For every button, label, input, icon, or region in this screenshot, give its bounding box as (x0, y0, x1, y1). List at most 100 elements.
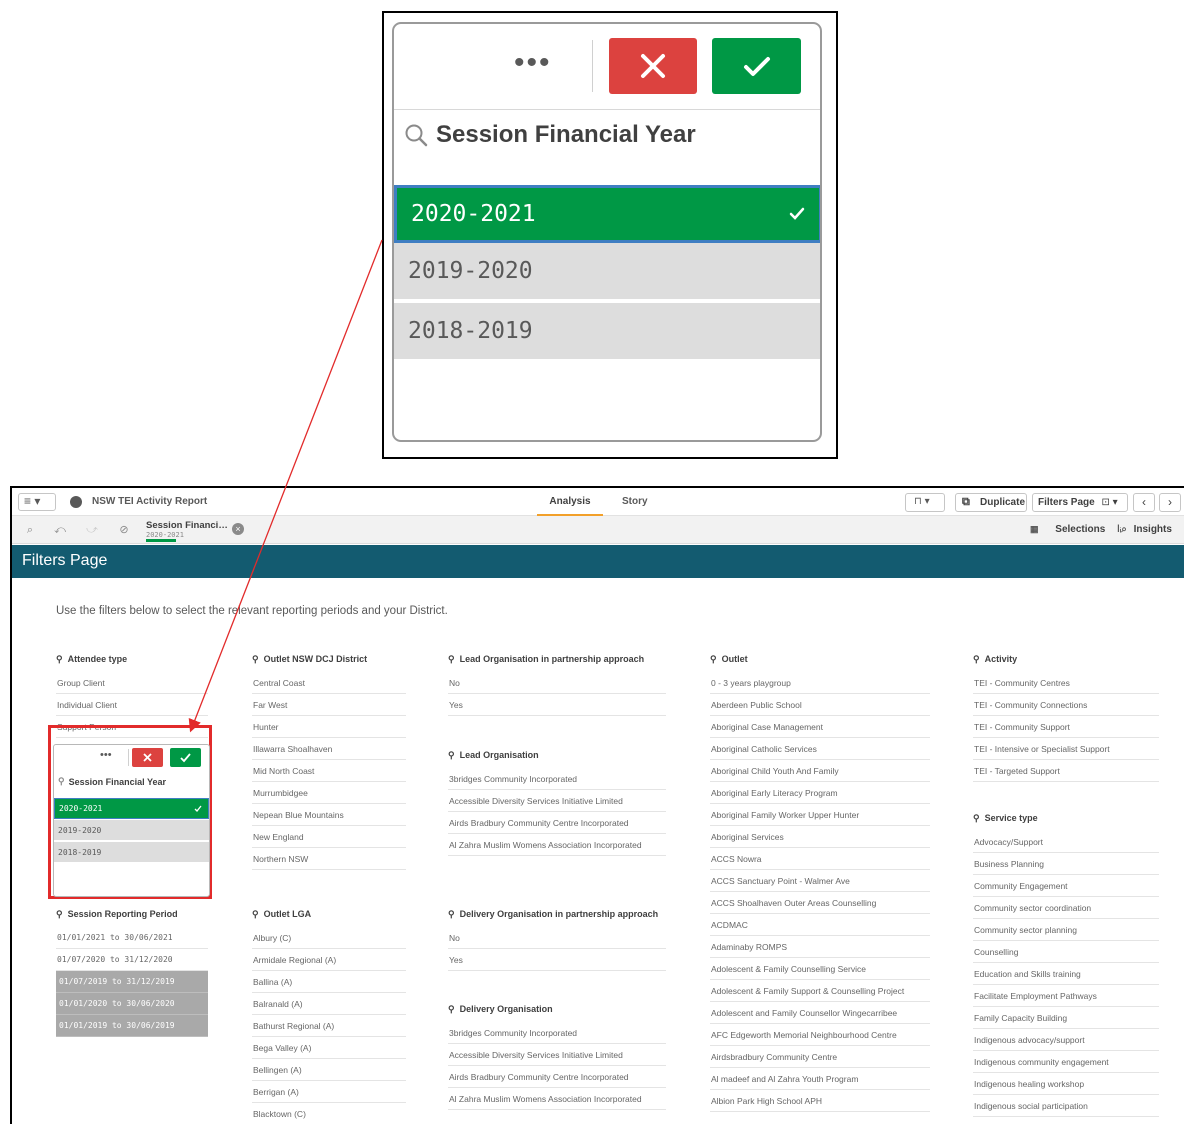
tab-story[interactable]: Story (622, 496, 648, 507)
cancel-selection-button[interactable] (132, 748, 163, 767)
previous-sheet-button[interactable]: ‹ (1133, 493, 1155, 512)
search-icon[interactable]: ⚲ (56, 909, 63, 920)
list-item[interactable]: Community sector coordination (973, 897, 1159, 919)
list-item-selected[interactable]: 2020-2021 (394, 185, 820, 243)
insights-button[interactable]: ǀᵢ⌕ Insights (1117, 524, 1172, 535)
selection-chip[interactable]: Session Financi… 2020-2021 × (142, 518, 246, 542)
tab-analysis[interactable]: Analysis (537, 488, 603, 516)
list-item[interactable]: 01/07/2020 to 31/12/2020 (56, 949, 208, 971)
list-item[interactable]: Armidale Regional (A) (252, 949, 406, 971)
sheet-selector-button[interactable]: Filters Page ⊡ ▾ (1032, 493, 1128, 512)
list-item-alternative[interactable]: 2019-2020 (54, 820, 209, 841)
list-item[interactable]: Bellingen (A) (252, 1059, 406, 1081)
list-item[interactable]: Adolescent and Family Counsellor Wingeca… (710, 1002, 930, 1024)
list-item[interactable]: New England (252, 826, 406, 848)
list-item[interactable]: TEI - Community Centres (973, 672, 1159, 694)
list-item[interactable]: Albion Park High School APH (710, 1090, 930, 1112)
search-icon[interactable]: ⚲ (448, 1004, 455, 1015)
list-item[interactable]: Hunter (252, 716, 406, 738)
list-item[interactable]: Aboriginal Services (710, 826, 930, 848)
list-item[interactable]: Adaminaby ROMPS (710, 936, 930, 958)
list-item[interactable]: Airdsbradbury Community Centre (710, 1046, 930, 1068)
list-item[interactable]: Education and Skills training (973, 963, 1159, 985)
cancel-selection-button[interactable] (609, 38, 697, 94)
list-item[interactable]: Community sector planning (973, 919, 1159, 941)
duplicate-button[interactable]: ⧉ Duplicate (955, 493, 1027, 512)
smart-search-icon[interactable]: ⌕ (22, 522, 38, 538)
step-forward-icon[interactable]: ⤻ (84, 522, 100, 538)
list-item[interactable]: 3bridges Community Incorporated (448, 768, 666, 790)
list-item[interactable]: Aboriginal Family Worker Upper Hunter (710, 804, 930, 826)
next-sheet-button[interactable]: › (1159, 493, 1181, 512)
list-item[interactable]: Advocacy/Support (973, 831, 1159, 853)
list-item[interactable]: No (448, 927, 666, 949)
list-item[interactable]: Community Engagement (973, 875, 1159, 897)
list-item[interactable]: Balranald (A) (252, 993, 406, 1015)
search-icon[interactable]: ⚲ (56, 654, 63, 665)
list-item[interactable]: Adolescent & Family Counselling Service (710, 958, 930, 980)
list-item[interactable]: ACCS Nowra (710, 848, 930, 870)
list-item[interactable]: Family Capacity Building (973, 1007, 1159, 1029)
search-icon[interactable]: ⚲ (58, 776, 65, 787)
search-icon[interactable]: ⚲ (448, 750, 455, 761)
list-item[interactable]: Indigenous social participation (973, 1095, 1159, 1117)
list-item[interactable]: 01/01/2021 to 30/06/2021 (56, 927, 208, 949)
list-item[interactable]: TEI - Community Connections (973, 694, 1159, 716)
list-item[interactable]: 0 - 3 years playgroup (710, 672, 930, 694)
list-item[interactable]: Accessible Diversity Services Initiative… (448, 1044, 666, 1066)
list-item[interactable]: Yes (448, 949, 666, 971)
confirm-selection-button[interactable] (712, 38, 801, 94)
list-item[interactable]: Indigenous community engagement (973, 1051, 1159, 1073)
selections-tool-button[interactable]: ▦ Selections (1030, 524, 1105, 535)
list-item-alternative[interactable]: 2018-2019 (54, 842, 209, 863)
list-item[interactable]: Aberdeen Public School (710, 694, 930, 716)
list-item[interactable]: Al madeef and Al Zahra Youth Program (710, 1068, 930, 1090)
list-item-excluded[interactable]: 01/01/2020 to 30/06/2020 (56, 993, 208, 1015)
list-item[interactable]: Murrumbidgee (252, 782, 406, 804)
bookmarks-button[interactable]: ⊓ ▾ (905, 493, 945, 512)
list-item[interactable]: TEI - Targeted Support (973, 760, 1159, 782)
list-item[interactable]: Northern NSW (252, 848, 406, 870)
list-item[interactable]: ACDMAC (710, 914, 930, 936)
search-icon[interactable]: ⚲ (252, 909, 259, 920)
list-item[interactable]: Bega Valley (A) (252, 1037, 406, 1059)
list-item[interactable]: TEI - Community Support (973, 716, 1159, 738)
list-item[interactable]: ACCS Shoalhaven Outer Areas Counselling (710, 892, 930, 914)
list-item-alternative[interactable]: 2019-2020 (394, 243, 820, 301)
list-item[interactable]: Albury (C) (252, 927, 406, 949)
more-options-button[interactable]: ••• (514, 46, 552, 80)
list-item[interactable]: Nepean Blue Mountains (252, 804, 406, 826)
list-item[interactable]: Adolescent & Family Support & Counsellin… (710, 980, 930, 1002)
list-item-excluded[interactable]: 01/07/2019 to 31/12/2019 (56, 971, 208, 993)
list-item[interactable]: Al Zahra Muslim Womens Association Incor… (448, 1088, 666, 1110)
list-item[interactable]: Group Client (56, 672, 208, 694)
list-item[interactable]: Indigenous healing workshop (973, 1073, 1159, 1095)
list-item[interactable]: Business Planning (973, 853, 1159, 875)
list-item[interactable]: Aboriginal Early Literacy Program (710, 782, 930, 804)
list-item[interactable]: AFC Edgeworth Memorial Neighbourhood Cen… (710, 1024, 930, 1046)
list-item[interactable]: Bathurst Regional (A) (252, 1015, 406, 1037)
search-icon[interactable]: ⚲ (973, 813, 980, 824)
search-icon[interactable]: ⚲ (448, 909, 455, 920)
list-item-alternative[interactable]: 2018-2019 (394, 303, 820, 361)
search-icon[interactable]: ⚲ (710, 654, 717, 665)
list-item[interactable]: Yes (448, 694, 666, 716)
list-item[interactable]: Counselling (973, 941, 1159, 963)
list-item[interactable]: Ballina (A) (252, 971, 406, 993)
list-item[interactable]: Indigenous advocacy/support (973, 1029, 1159, 1051)
list-item[interactable]: Mid North Coast (252, 760, 406, 782)
clear-all-selections-icon[interactable]: ⊘ (116, 522, 132, 538)
list-item[interactable]: Airds Bradbury Community Centre Incorpor… (448, 812, 666, 834)
list-item[interactable]: Airds Bradbury Community Centre Incorpor… (448, 1066, 666, 1088)
list-item[interactable]: Blacktown (C) (252, 1103, 406, 1124)
list-item[interactable]: Al Zahra Muslim Womens Association Incor… (448, 834, 666, 856)
confirm-selection-button[interactable] (170, 748, 201, 767)
list-item[interactable]: Far West (252, 694, 406, 716)
list-item-selected[interactable]: 2020-2021 (54, 798, 209, 819)
list-item[interactable]: Aboriginal Child Youth And Family (710, 760, 930, 782)
list-item[interactable]: Berrigan (A) (252, 1081, 406, 1103)
search-icon[interactable]: ⚲ (252, 654, 259, 665)
search-icon[interactable]: ⚲ (448, 654, 455, 665)
clear-selection-icon[interactable]: × (232, 523, 244, 535)
list-item[interactable]: No (448, 672, 666, 694)
